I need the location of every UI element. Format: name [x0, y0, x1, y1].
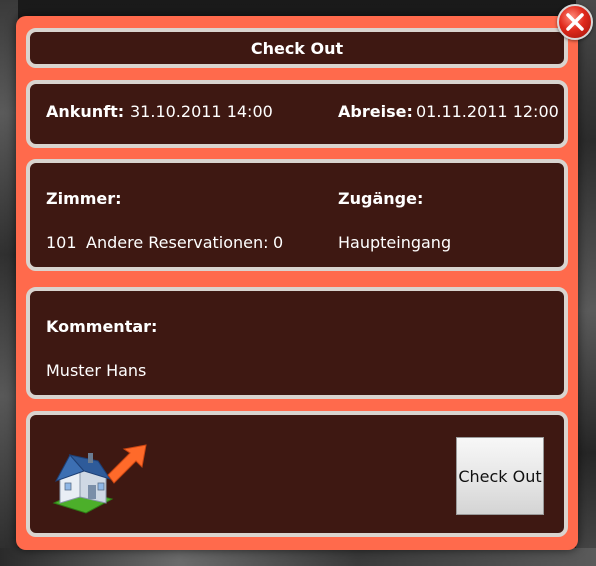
other-reservations-label: Andere Reservationen:	[86, 233, 269, 252]
comment-value: Muster Hans	[46, 361, 147, 380]
departure-label: Abreise:	[338, 102, 413, 121]
access-label: Zugänge:	[338, 189, 424, 208]
room-panel: Zimmer: 101 Andere Reservationen: 0 Zugä…	[26, 159, 568, 271]
comment-panel: Kommentar: Muster Hans	[26, 287, 568, 399]
background-bottom-edge	[0, 548, 596, 566]
dialog-title: Check Out	[250, 38, 344, 58]
access-value: Haupteingang	[338, 233, 452, 252]
dates-panel: Ankunft: 31.10.2011 14:00 Abreise: 01.11…	[26, 80, 568, 148]
comment-label: Kommentar:	[46, 317, 158, 336]
other-reservations-value: 0	[273, 233, 284, 252]
dialog-title-panel: Check Out	[26, 28, 568, 68]
room-label: Zimmer:	[46, 189, 122, 208]
close-icon	[566, 13, 584, 31]
departure-value: 01.11.2011 12:00	[416, 102, 559, 121]
close-button[interactable]	[557, 4, 593, 40]
arrival-label: Ankunft:	[46, 102, 125, 121]
actions-panel: Check Out	[26, 411, 568, 537]
checkout-dialog: Check Out Ankunft: 31.10.2011 14:00 Abre…	[16, 16, 578, 550]
room-number: 101	[46, 233, 77, 252]
background-right-edge	[576, 0, 596, 566]
checkout-button[interactable]: Check Out	[456, 437, 544, 515]
house-checkout-icon	[52, 444, 147, 514]
arrival-value: 31.10.2011 14:00	[130, 102, 273, 121]
